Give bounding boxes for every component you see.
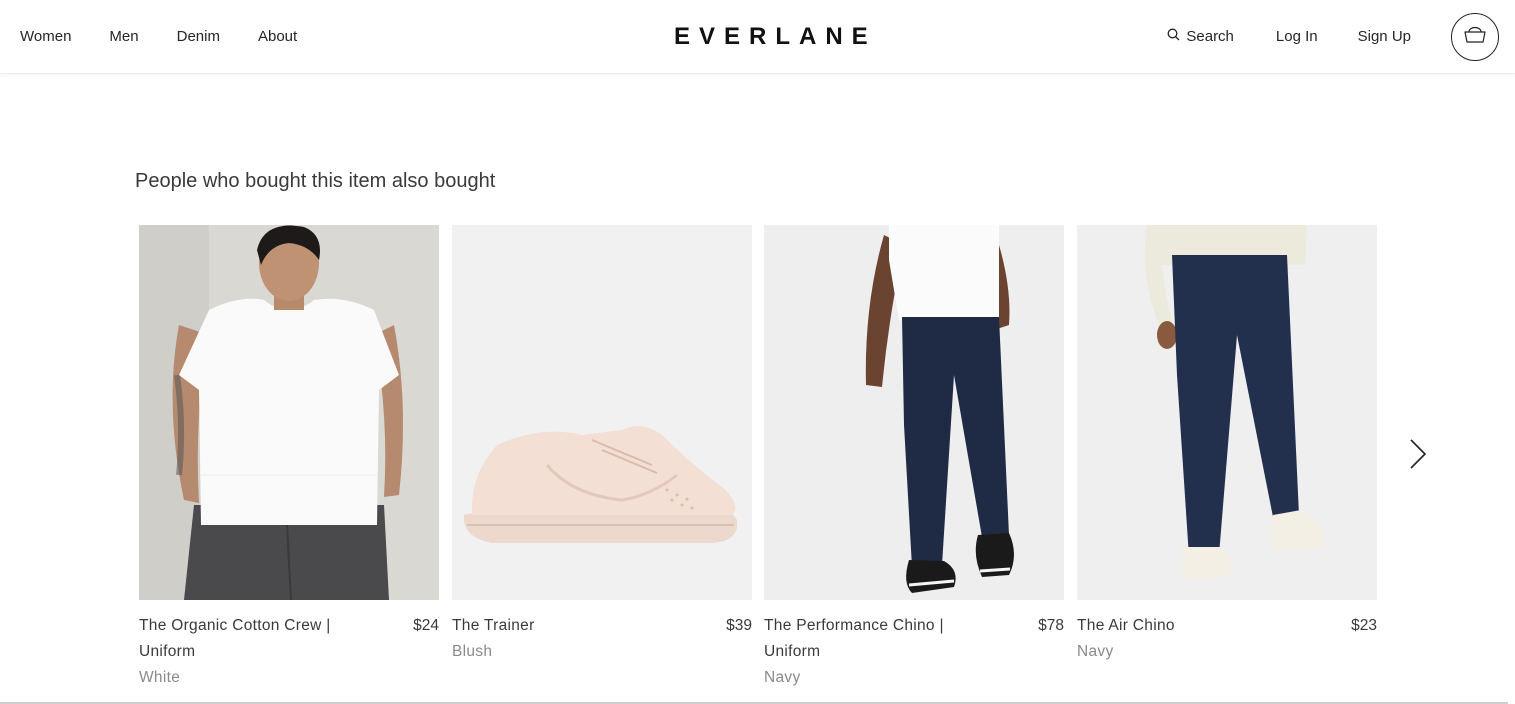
product-price: $78 [1038,617,1064,634]
nav-women[interactable]: Women [20,28,71,45]
recommendations-title: People who bought this item also bought [135,170,496,192]
search-label: Search [1186,28,1234,45]
search-icon [1167,28,1186,45]
site-header: Women Men Denim About EVERLANE Search Lo… [0,0,1515,74]
primary-nav: Women Men Denim About [20,0,335,73]
nav-denim[interactable]: Denim [177,28,220,45]
product-name[interactable]: The Performance Chino | Uniform [764,613,994,665]
product-image[interactable] [452,225,752,600]
product-image[interactable] [764,225,1064,600]
cart-button[interactable] [1451,12,1499,61]
signup-link[interactable]: Sign Up [1358,28,1411,45]
chevron-right-icon [1406,439,1430,475]
product-price: $23 [1351,617,1377,634]
brand-logo[interactable]: EVERLANE [674,23,877,51]
product-image[interactable] [1077,225,1377,600]
carousel-next-button[interactable] [1406,437,1430,476]
product-image[interactable] [139,225,439,600]
product-color: White [139,669,181,686]
product-price: $39 [726,617,752,634]
product-card[interactable]: The Trainer $39 Blush [452,225,752,665]
product-color: Navy [764,669,801,686]
product-color: Navy [1077,643,1114,660]
nav-about[interactable]: About [258,28,297,45]
nav-men[interactable]: Men [109,28,138,45]
login-link[interactable]: Log In [1276,28,1318,45]
product-price: $24 [413,617,439,634]
search-button[interactable]: Search [1167,28,1234,45]
product-card[interactable]: The Air Chino $23 Navy [1077,225,1377,665]
product-name[interactable]: The Air Chino [1077,613,1307,639]
product-card[interactable]: The Organic Cotton Crew | Uniform $24 Wh… [139,225,439,691]
cart-icon [1463,24,1487,49]
product-card[interactable]: The Performance Chino | Uniform $78 Navy [764,225,1064,691]
product-name[interactable]: The Trainer [452,613,682,639]
product-color: Blush [452,643,493,660]
account-nav: Search Log In Sign Up [1167,0,1515,73]
product-name[interactable]: The Organic Cotton Crew | Uniform [139,613,369,665]
